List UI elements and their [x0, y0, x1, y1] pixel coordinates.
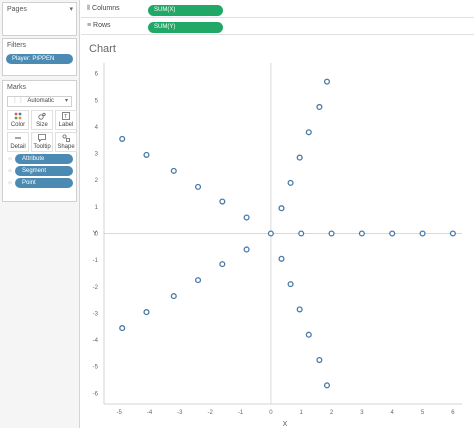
x-tick-label: -2: [208, 410, 214, 416]
data-point[interactable]: [243, 214, 250, 221]
x-tick-label: -3: [177, 410, 183, 416]
data-point[interactable]: [170, 167, 177, 174]
x-tick-label: -5: [116, 410, 122, 416]
data-point[interactable]: [219, 198, 226, 205]
y-tick-label: -3: [93, 311, 99, 317]
data-point[interactable]: [305, 129, 312, 136]
data-point[interactable]: [287, 281, 294, 288]
y-tick-label: 2: [95, 178, 99, 184]
data-point[interactable]: [296, 154, 303, 161]
data-point[interactable]: [389, 230, 396, 237]
x-axis-title: X: [283, 421, 288, 428]
data-point[interactable]: [316, 356, 323, 364]
data-point[interactable]: [143, 309, 150, 316]
x-tick-label: 4: [391, 410, 395, 416]
data-point[interactable]: [170, 293, 177, 300]
data-point[interactable]: [419, 230, 426, 237]
data-point[interactable]: [305, 331, 312, 338]
data-point[interactable]: [219, 261, 226, 268]
data-point[interactable]: [119, 325, 126, 332]
x-tick-label: 2: [330, 410, 334, 416]
x-tick-label: -1: [238, 410, 244, 416]
data-point[interactable]: [278, 205, 285, 212]
y-tick-label: 6: [95, 72, 99, 78]
y-tick-label: -2: [93, 285, 99, 291]
x-tick-label: -4: [147, 410, 153, 416]
data-point[interactable]: [143, 151, 150, 158]
y-tick-label: -1: [93, 258, 99, 264]
y-tick-label: 3: [95, 152, 99, 158]
data-point[interactable]: [296, 306, 303, 313]
x-tick-label: 1: [300, 410, 304, 416]
x-tick-label: 0: [269, 410, 273, 416]
y-tick-label: -5: [93, 365, 99, 371]
data-point[interactable]: [278, 255, 285, 262]
y-tick-label: 4: [95, 125, 99, 131]
y-axis-title: Y: [93, 231, 98, 238]
y-tick-label: -4: [93, 338, 99, 344]
data-point[interactable]: [358, 230, 365, 237]
data-point[interactable]: [323, 78, 331, 85]
y-tick-label: -6: [93, 391, 99, 397]
y-tick-label: 5: [95, 98, 99, 104]
x-tick-label: 6: [451, 410, 455, 416]
data-point[interactable]: [328, 230, 335, 237]
x-tick-label: 3: [360, 410, 364, 416]
data-point[interactable]: [449, 230, 456, 237]
data-point[interactable]: [267, 230, 274, 237]
data-point[interactable]: [195, 277, 202, 284]
chart-axes: 6543210-1-2-3-4-5-6-5 -4 -3 -2 -1 0 1 2 3 4 5 6XY: [93, 63, 462, 428]
y-tick-label: 1: [95, 205, 99, 211]
data-point[interactable]: [298, 230, 305, 237]
data-point[interactable]: [195, 183, 202, 190]
x-tick-label: 5: [421, 410, 425, 416]
data-point[interactable]: [119, 135, 126, 142]
data-point[interactable]: [316, 103, 323, 111]
scatter-chart: 6543210-1-2-3-4-5-6-5 -4 -3 -2 -1 0 1 2 3 4 5 6XY: [93, 63, 462, 428]
data-point[interactable]: [243, 246, 250, 253]
data-point[interactable]: [323, 382, 331, 389]
data-point[interactable]: [287, 179, 294, 186]
